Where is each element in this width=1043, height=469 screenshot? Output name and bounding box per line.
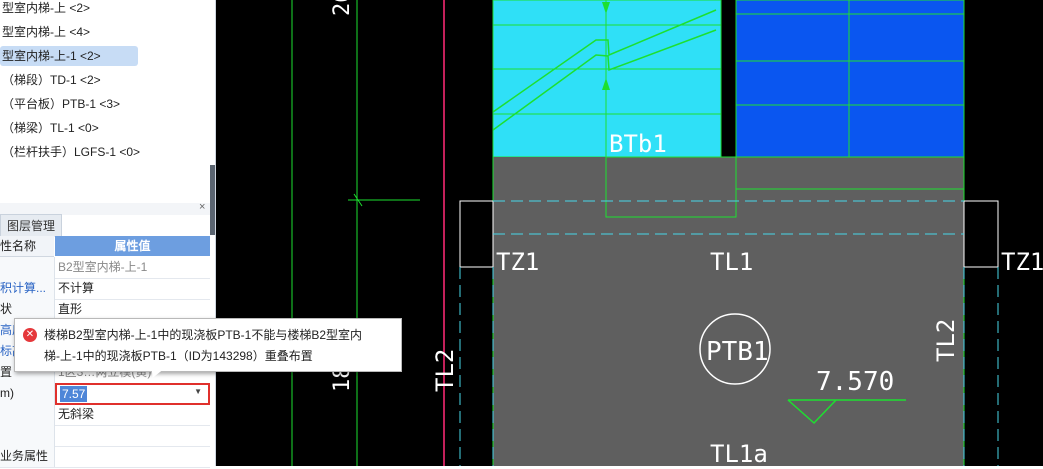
stair-flight-cyan	[492, 0, 722, 158]
landing-slab	[493, 157, 964, 466]
prop-name: 状	[0, 299, 55, 320]
error-message-line1: 楼梯B2型室内梯-上-1中的现浇板PTB-1不能与楼梯B2型室内	[44, 328, 363, 342]
prop-value[interactable]: 无斜梁	[58, 404, 208, 425]
tree-item[interactable]: （梯段）TD-1 <2>	[0, 70, 101, 90]
prop-name: m)	[0, 383, 55, 404]
tree-item[interactable]: （梯梁）TL-1 <0>	[0, 118, 99, 138]
prop-value[interactable]: 直形	[58, 299, 208, 320]
close-icon[interactable]: ×	[199, 201, 205, 213]
prop-value[interactable]: B2型室内梯-上-1	[58, 257, 208, 278]
label-dim-top: 26	[330, 0, 355, 16]
tree-item[interactable]: 型室内梯-上 <2>	[0, 0, 90, 18]
tree-item[interactable]: 型室内梯-上 <4>	[0, 22, 90, 42]
elevation-input[interactable]: 7.57 ▼	[55, 383, 210, 405]
label-ptb1: PTB1	[706, 337, 769, 367]
column-header-value: 属性值	[55, 236, 210, 256]
label-btb1: BTb1	[609, 130, 667, 158]
cad-drawing: BTb1 TZ1 TZ1 TL1 TL1a PTB1 7.570 TL2 TL2	[291, 0, 1043, 468]
label-elevation: 7.570	[816, 367, 894, 397]
cad-canvas[interactable]: BTb1 TZ1 TZ1 TL1 TL1a PTB1 7.570 TL2 TL2	[216, 0, 1043, 468]
prop-name	[0, 257, 55, 278]
elevation-input-value[interactable]: 7.57	[60, 386, 88, 402]
tree-item[interactable]: （平台板）PTB-1 <3>	[0, 94, 120, 114]
label-tz1-right: TZ1	[1001, 248, 1043, 276]
table-row[interactable]: 积计算... 不计算	[0, 278, 210, 300]
panel-splitter[interactable]	[210, 165, 215, 235]
prop-name: 业务属性	[0, 446, 55, 467]
error-tooltip: ✕ 楼梯B2型室内梯-上-1中的现浇板PTB-1不能与楼梯B2型室内 梯-上-1…	[14, 318, 402, 372]
chevron-down-icon[interactable]: ▼	[194, 387, 202, 396]
left-panel: 型室内梯-上 <2> 型室内梯-上 <4> 型室内梯-上-1 <2> （梯段）T…	[0, 0, 216, 468]
label-tl1a: TL1a	[710, 440, 768, 466]
label-tl2-right: TL2	[932, 319, 960, 362]
column-tz1-left	[459, 200, 494, 268]
stair-flight-blue	[735, 0, 965, 158]
table-row[interactable]	[0, 425, 210, 447]
column-header-name: 性名称	[0, 236, 54, 257]
prop-name	[0, 404, 55, 425]
error-message-line2: 梯-上-1中的现浇板PTB-1（ID为143298）重叠布置	[44, 349, 313, 363]
table-row[interactable]: B2型室内梯-上-1	[0, 257, 210, 279]
label-tz1-left: TZ1	[496, 248, 539, 276]
tree-item[interactable]: （栏杆扶手）LGFS-1 <0>	[0, 142, 140, 162]
prop-name	[0, 425, 55, 446]
table-row[interactable]: 业务属性	[0, 446, 210, 468]
label-tl1: TL1	[710, 248, 753, 276]
table-row[interactable]: 无斜梁	[0, 404, 210, 426]
error-icon: ✕	[23, 328, 37, 342]
column-tz1-right	[963, 200, 999, 268]
tab-layer-management[interactable]: 图层管理	[0, 214, 62, 237]
label-tl2-left: TL2	[431, 349, 459, 392]
prop-name: 积计算...	[0, 278, 55, 299]
prop-value[interactable]: 不计算	[58, 278, 208, 299]
tree-item-selected[interactable]: 型室内梯-上-1 <2>	[0, 46, 138, 66]
